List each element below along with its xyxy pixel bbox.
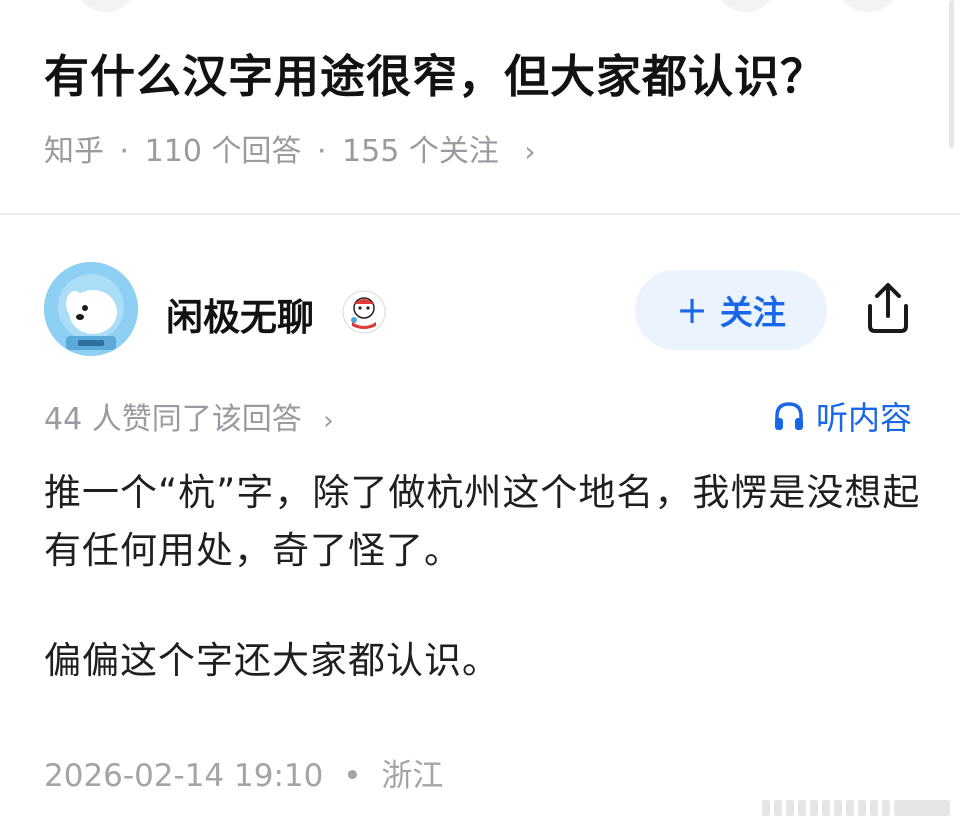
top-right-circle-button-2[interactable] [836, 0, 900, 12]
upvote-text: 44 人赞同了该回答 [44, 402, 302, 437]
author-badge [342, 290, 386, 334]
plus-icon: + [676, 288, 708, 332]
meta-separator: · [119, 134, 130, 169]
answer-count: 110 个回答 [144, 134, 302, 169]
follow-count: 155 个关注 [342, 134, 499, 169]
watermark-icon [762, 800, 950, 816]
meta-separator: · [316, 134, 327, 169]
question-meta[interactable]: 知乎 · 110 个回答 · 155 个关注 › [44, 126, 536, 170]
cartoon-badge-icon [342, 290, 386, 334]
answer-paragraph: 偏偏这个字还大家都认识。 [44, 639, 500, 682]
scrollbar[interactable] [949, 0, 954, 148]
author-name[interactable]: 闲极无聊 [166, 287, 314, 341]
top-left-circle-button[interactable] [74, 0, 138, 12]
answer-date: 2026-02-14 19:10 [44, 758, 324, 794]
answer-location: 浙江 [381, 758, 444, 794]
share-button[interactable] [858, 278, 918, 338]
answer-paragraph: 推一个“杭”字，除了做杭州这个地名，我愣是没想起有任何用处，奇了怪了。 [44, 471, 921, 572]
chevron-right-icon: › [524, 135, 536, 168]
chevron-right-icon: › [323, 406, 334, 436]
avatar[interactable] [44, 262, 138, 356]
question-source: 知乎 [44, 134, 104, 169]
share-icon [868, 283, 908, 333]
astronaut-dog-avatar-icon [44, 262, 138, 356]
follow-label: 关注 [719, 293, 786, 332]
answer-footer: 2026-02-14 19:10 • 浙江 [44, 750, 443, 795]
upvote-info[interactable]: 44 人赞同了该回答 › [44, 394, 334, 438]
follow-button[interactable]: + 关注 [635, 270, 827, 350]
headphones-icon [775, 402, 803, 430]
top-right-circle-button-1[interactable] [714, 0, 778, 12]
divider [0, 213, 960, 215]
listen-button[interactable]: 听内容 [772, 393, 912, 439]
listen-label: 听内容 [816, 399, 913, 437]
footer-dot: • [343, 758, 362, 794]
question-title[interactable]: 有什么汉字用途很窄，但大家都认识？ [44, 40, 826, 105]
